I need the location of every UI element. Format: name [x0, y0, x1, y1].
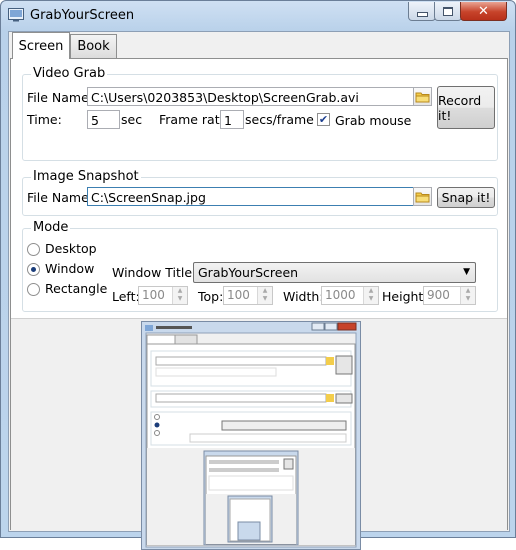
record-button[interactable]: Record it! [437, 86, 495, 129]
preview-thumbnail [141, 321, 361, 550]
minimize-button[interactable] [408, 2, 436, 21]
spin-down-icon[interactable]: ▼ [173, 295, 187, 303]
width-spinner[interactable]: 1000 ▲ ▼ [321, 286, 379, 305]
time-input[interactable]: 5 [87, 110, 120, 129]
video-grab-label: Video Grab [31, 66, 108, 81]
tab-screen-label: Screen [18, 38, 64, 54]
image-snapshot-label: Image Snapshot [31, 169, 141, 184]
folder-icon [415, 92, 430, 103]
snapshot-browse-button[interactable] [413, 187, 432, 206]
snap-button[interactable]: Snap it! [437, 187, 495, 208]
grab-mouse-label: Grab mouse [335, 113, 412, 128]
top-value: 100 [227, 288, 250, 302]
radio-desktop[interactable] [27, 243, 40, 256]
spin-up-icon[interactable]: ▲ [173, 287, 187, 295]
grab-mouse-checkbox[interactable]: ✔ [317, 113, 330, 126]
tab-book[interactable]: Book [70, 34, 117, 58]
video-file-name-input[interactable]: C:\Users\0203853\Desktop\ScreenGrab.avi [87, 87, 414, 106]
width-value: 1000 [325, 288, 356, 302]
maximize-icon [443, 6, 453, 16]
left-spinner[interactable]: 100 ▲ ▼ [138, 286, 188, 305]
radio-rectangle[interactable] [27, 283, 40, 296]
time-unit-label: sec [121, 112, 143, 127]
left-label: Left: [112, 289, 140, 304]
app-window: GrabYourScreen ✕ Screen Book Video Grab … [0, 0, 516, 550]
frame-rate-unit-label: secs/frame [245, 112, 314, 127]
video-browse-button[interactable] [413, 87, 432, 106]
window-title-value: GrabYourScreen [198, 265, 299, 280]
minimize-icon [416, 11, 428, 17]
preview-screenshot-image [142, 322, 360, 549]
client-area: Screen Book Video Grab File Name: C:\Use… [8, 31, 510, 550]
snapshot-file-name-label: File Name: [27, 190, 93, 205]
radio-desktop-label: Desktop [45, 241, 97, 256]
spin-up-icon[interactable]: ▲ [258, 287, 272, 295]
title-bar[interactable]: GrabYourScreen ✕ [1, 1, 515, 31]
checkmark-icon: ✔ [318, 113, 329, 126]
radio-rectangle-label: Rectangle [45, 281, 108, 296]
tab-screen[interactable]: Screen [12, 32, 70, 59]
width-label: Width: [283, 289, 324, 304]
close-button[interactable]: ✕ [460, 2, 507, 21]
window-title-label: Window Title: [112, 265, 197, 280]
window-title-select[interactable]: GrabYourScreen ▼ [193, 262, 476, 283]
tab-book-label: Book [77, 39, 110, 54]
chevron-down-icon: ▼ [463, 267, 470, 277]
app-icon [8, 8, 24, 22]
height-label: Height: [382, 289, 428, 304]
spin-down-icon[interactable]: ▼ [461, 295, 475, 303]
preview-area [11, 318, 507, 550]
left-value: 100 [142, 288, 165, 302]
close-icon: ✕ [478, 3, 489, 19]
mode-label: Mode [31, 220, 71, 235]
top-spinner[interactable]: 100 ▲ ▼ [223, 286, 273, 305]
spin-up-icon[interactable]: ▲ [461, 287, 475, 295]
top-label: Top: [198, 289, 224, 304]
spin-up-icon[interactable]: ▲ [364, 287, 378, 295]
maximize-button[interactable] [434, 2, 462, 21]
radio-window[interactable] [27, 263, 40, 276]
folder-icon [415, 192, 430, 203]
height-spinner[interactable]: 900 ▲ ▼ [423, 286, 476, 305]
spin-down-icon[interactable]: ▼ [364, 295, 378, 303]
window-title: GrabYourScreen [30, 8, 135, 23]
snapshot-file-name-input[interactable]: C:\ScreenSnap.jpg [87, 187, 414, 206]
radio-window-label: Window [45, 261, 95, 276]
frame-rate-input[interactable]: 1 [220, 110, 244, 129]
screen-tab-panel: Video Grab File Name: C:\Users\0203853\D… [10, 58, 508, 550]
spin-down-icon[interactable]: ▼ [258, 295, 272, 303]
height-value: 900 [427, 288, 450, 302]
video-file-name-label: File Name: [27, 90, 93, 105]
time-label: Time: [27, 112, 62, 127]
